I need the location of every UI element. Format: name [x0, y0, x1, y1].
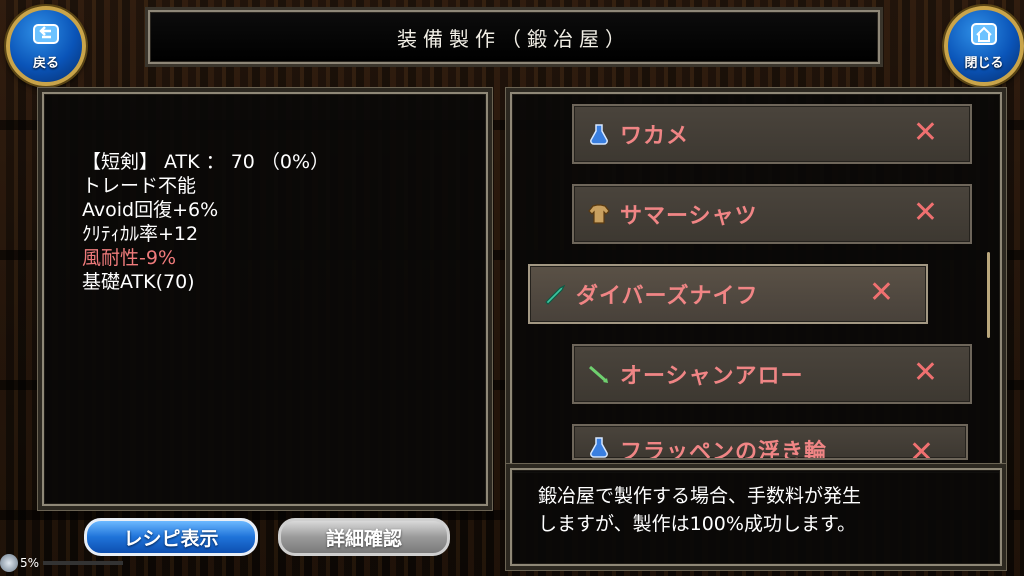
info-message-panel: 鍛冶屋で製作する場合、手数料が発生 しますが、製作は100%成功します。 — [510, 468, 1002, 566]
stat-line: 基礎ATK(70) — [82, 271, 195, 293]
item-name: サマーシャツ — [620, 204, 758, 229]
stat-line-negative: 風耐性-9% — [82, 247, 176, 269]
stat-line: Avoid回復+6% — [82, 199, 219, 221]
back-label: 戻る — [32, 55, 59, 71]
home-icon — [969, 22, 999, 52]
list-item-wakame[interactable]: ワカメ ✕ — [572, 104, 972, 164]
close-button[interactable]: 閉じる — [944, 6, 1024, 86]
item-name: オーシャンアロー — [620, 364, 804, 389]
detail-check-label: 詳細確認 — [325, 527, 402, 550]
list-item-flappen-float[interactable]: フラッペンの浮き輪 ✕ — [572, 424, 968, 460]
knife-icon — [542, 281, 568, 307]
list-item-ocean-arrow[interactable]: オーシャンアロー ✕ — [572, 344, 972, 404]
arrow-icon — [586, 361, 612, 387]
recipe-view-label: レシピ表示 — [123, 527, 219, 550]
unavailable-mark-icon: ✕ — [912, 195, 938, 230]
item-stats: 【短剣】 ATK ： 70 （0%） トレード不能 Avoid回復+6% ｸﾘﾃ… — [82, 150, 329, 294]
blue-flask-icon — [586, 434, 612, 458]
message-line: しますが、製作は100%成功します。 — [538, 513, 857, 535]
unavailable-mark-icon: ✕ — [868, 275, 894, 310]
close-label: 閉じる — [964, 55, 1004, 71]
message-line: 鍛冶屋で製作する場合、手数料が発生 — [538, 485, 862, 507]
blue-flask-icon — [586, 121, 612, 147]
stat-line: ｸﾘﾃｨｶﾙ率+12 — [82, 223, 199, 245]
item-name: ダイバーズナイフ — [576, 284, 759, 309]
stat-line: 【短剣】 ATK ： 70 （0%） — [82, 151, 330, 173]
shirt-icon — [586, 201, 612, 227]
unavailable-mark-icon: ✕ — [912, 355, 938, 390]
list-item-summer-shirt[interactable]: サマーシャツ ✕ — [572, 184, 972, 244]
back-button[interactable]: 戻る — [6, 6, 86, 86]
info-message: 鍛冶屋で製作する場合、手数料が発生 しますが、製作は100%成功します。 — [538, 482, 861, 538]
unavailable-mark-icon: ✕ — [912, 115, 938, 150]
progress-text: 5% — [20, 556, 40, 570]
item-detail-panel: 【短剣】 ATK ： 70 （0%） トレード不能 Avoid回復+6% ｸﾘﾃ… — [42, 92, 488, 506]
progress-indicator: 5% — [0, 554, 124, 572]
detail-check-button[interactable]: 詳細確認 — [278, 518, 450, 556]
page-title: 装備製作（鍛冶屋） — [397, 26, 631, 51]
list-item-divers-knife[interactable]: ダイバーズナイフ ✕ — [528, 264, 928, 324]
recipe-view-button[interactable]: レシピ表示 — [84, 518, 258, 556]
unavailable-mark-icon: ✕ — [908, 435, 934, 460]
back-arrow-icon — [31, 22, 61, 52]
progress-bar — [43, 561, 124, 565]
page-title-bar: 装備製作（鍛冶屋） — [148, 10, 880, 64]
progress-globe-icon — [0, 554, 18, 572]
list-scrollbar[interactable] — [987, 252, 990, 338]
stat-line: トレード不能 — [82, 175, 197, 197]
item-name: フラッペンの浮き輪 — [620, 440, 828, 460]
item-name: ワカメ — [620, 124, 690, 149]
